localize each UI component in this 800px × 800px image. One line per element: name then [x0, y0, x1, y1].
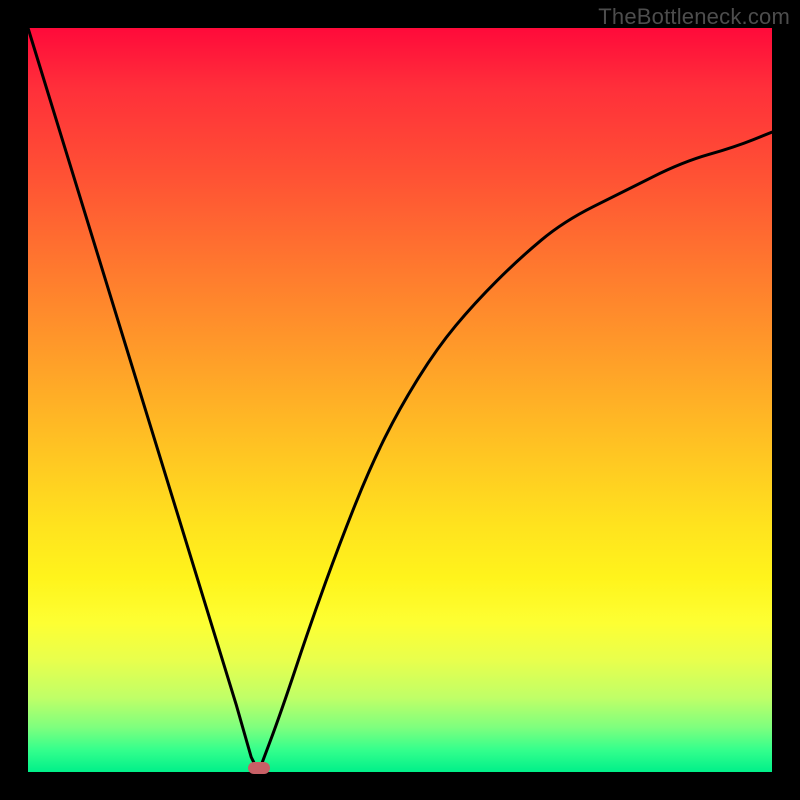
curve-svg — [28, 28, 772, 772]
min-marker — [248, 762, 270, 774]
plot-area — [28, 28, 772, 772]
chart-frame: TheBottleneck.com — [0, 0, 800, 800]
curve-right — [259, 132, 772, 772]
watermark-text: TheBottleneck.com — [598, 4, 790, 30]
curve-left — [28, 28, 259, 772]
